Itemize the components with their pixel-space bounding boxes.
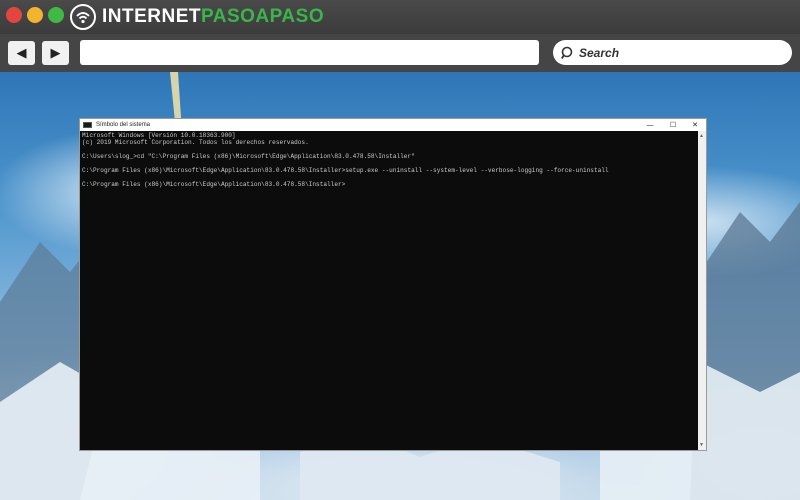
logo-text-internet: INTERNET [102, 6, 201, 27]
logo-text: INTERNETPASOAPASO [102, 6, 324, 28]
browser-toolbar: ◀ ▶ Search [0, 34, 800, 72]
console-line: C:\Program Files (x86)\Microsoft\Edge\Ap… [82, 167, 609, 174]
cmd-close-button[interactable]: ✕ [684, 119, 706, 131]
cmd-scrollbar[interactable]: ▲ ▼ [698, 131, 706, 450]
search-placeholder: Search [579, 45, 620, 60]
browser-titlebar: INTERNETPASOAPASO [0, 0, 800, 34]
address-bar[interactable] [80, 40, 539, 65]
console-line: C:\Users\slog_>cd "C:\Program Files (x86… [82, 153, 415, 160]
scroll-up-icon[interactable]: ▲ [699, 133, 704, 139]
console-line: (c) 2019 Microsoft Corporation. Todos lo… [82, 139, 309, 146]
back-button[interactable]: ◀ [8, 41, 35, 65]
search-box[interactable]: Search [553, 40, 792, 65]
search-icon [561, 46, 573, 59]
cmd-minimize-button[interactable]: — [639, 119, 661, 131]
logo-text-pasoapaso: PASOAPASO [201, 6, 325, 27]
cmd-window-title: Símbolo del sistema [96, 122, 151, 128]
cmd-maximize-button[interactable]: ☐ [662, 119, 684, 131]
site-logo: INTERNETPASOAPASO [70, 3, 324, 31]
wifi-logo-icon [70, 4, 96, 30]
console-line: Microsoft Windows [Versión 10.0.18363.90… [82, 132, 236, 139]
zoom-window-button[interactable] [48, 7, 64, 23]
browser-chrome: INTERNETPASOAPASO ◀ ▶ Search [0, 0, 800, 72]
cmd-titlebar[interactable]: Símbolo del sistema — ☐ ✕ [80, 119, 706, 131]
minimize-window-button[interactable] [27, 7, 43, 23]
terminal-icon [83, 122, 92, 128]
forward-arrow-icon: ▶ [50, 45, 61, 60]
console-line: C:\Program Files (x86)\Microsoft\Edge\Ap… [82, 181, 346, 188]
cmd-console-output[interactable]: Microsoft Windows [Versión 10.0.18363.90… [80, 131, 698, 450]
command-prompt-window: Símbolo del sistema — ☐ ✕ Microsoft Wind… [80, 119, 706, 450]
scroll-down-icon[interactable]: ▼ [699, 442, 704, 448]
close-window-button[interactable] [6, 7, 22, 23]
back-arrow-icon: ◀ [16, 45, 27, 60]
forward-button[interactable]: ▶ [42, 41, 69, 65]
